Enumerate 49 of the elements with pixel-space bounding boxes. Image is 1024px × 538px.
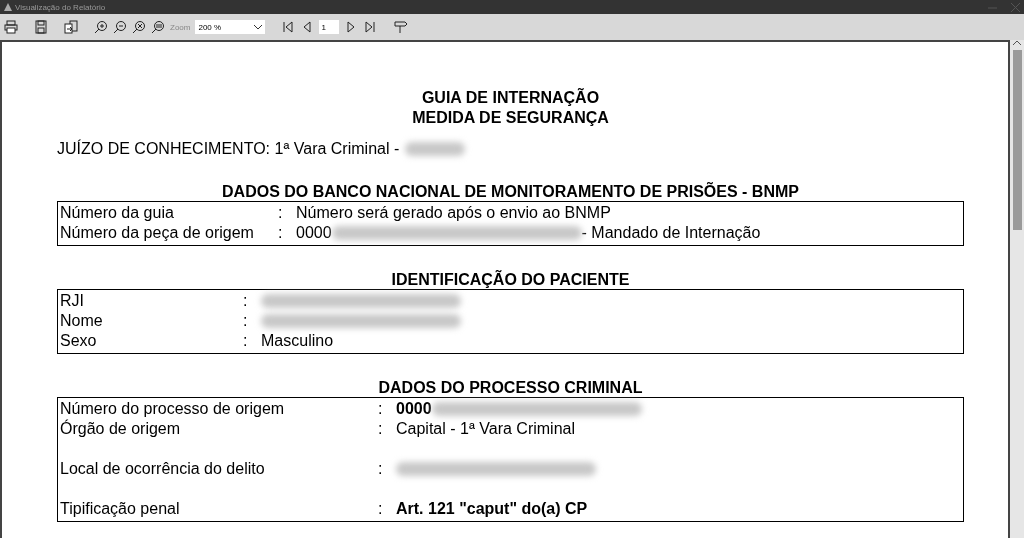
field-label: Sexo	[60, 331, 98, 351]
colon-separator: :	[378, 459, 384, 479]
field-label: Tipificação penal	[60, 499, 181, 519]
field-label: RJI	[60, 291, 85, 311]
zoom-label: Zoom	[170, 22, 191, 32]
colon-separator: :	[278, 203, 284, 223]
zoom-actual-icon[interactable]	[151, 20, 165, 34]
field-label: Número do processo de origem	[60, 399, 286, 419]
section-heading: IDENTIFICAÇÃO DO PACIENTE	[390, 271, 631, 289]
last-page-icon[interactable]	[363, 20, 378, 34]
window-title: Visualização do Relatório	[15, 2, 107, 12]
zoom-out-icon[interactable]	[113, 20, 127, 34]
report-title: MEDIDA DE SEGURANÇA	[412, 108, 609, 128]
save-icon[interactable]	[34, 20, 48, 34]
colon-separator: :	[243, 291, 249, 311]
scroll-up-icon[interactable]	[1013, 40, 1021, 46]
field-value: Capital - 1ª Vara Criminal	[396, 419, 575, 439]
field-value: Masculino	[261, 331, 334, 351]
colon-separator: :	[278, 223, 284, 243]
field-label: Número da guia	[60, 203, 175, 223]
colon-separator: :	[243, 311, 249, 331]
app-icon	[4, 3, 12, 11]
zoom-dropdown[interactable]: 200 %	[195, 20, 266, 34]
scrollbar-thumb[interactable]	[1012, 50, 1022, 230]
colon-separator: :	[378, 399, 384, 419]
page-field[interactable]: 1	[319, 20, 340, 34]
field-value: Número será gerado após o envio ao BNMP	[296, 203, 611, 223]
field-label: Local de ocorrência do delito	[60, 459, 266, 479]
first-page-icon[interactable]	[281, 20, 296, 34]
field-value: Art. 121 "caput" do(a) CP	[396, 499, 588, 519]
chevron-down-icon[interactable]	[254, 24, 263, 30]
colon-separator: :	[243, 331, 249, 351]
zoom-fit-icon[interactable]	[132, 20, 146, 34]
field-label: Número da peça de origem	[60, 223, 255, 243]
field-value: 0000	[396, 399, 432, 419]
field-value: - Mandado de Internação	[581, 223, 761, 243]
print-icon[interactable]	[4, 20, 18, 34]
colon-separator: :	[378, 419, 384, 439]
court-line: JUÍZO DE CONHECIMENTO: 1ª Vara Criminal -	[57, 140, 400, 158]
export-icon[interactable]	[64, 20, 78, 34]
field-label: Nome	[60, 311, 104, 331]
report-title: GUIA DE INTERNAÇÃO	[421, 88, 600, 108]
field-label: Órgão de origem	[60, 419, 182, 439]
section-heading: DADOS DO BANCO NACIONAL DE MONITORAMENTO DE PRISÕES - BNMP	[221, 183, 800, 201]
colon-separator: :	[378, 499, 384, 519]
section-heading: DADOS DO PROCESSO CRIMINAL	[377, 379, 644, 397]
signpost-icon[interactable]	[393, 20, 408, 34]
field-value: 0000	[296, 223, 332, 243]
zoom-in-icon[interactable]	[94, 20, 108, 34]
